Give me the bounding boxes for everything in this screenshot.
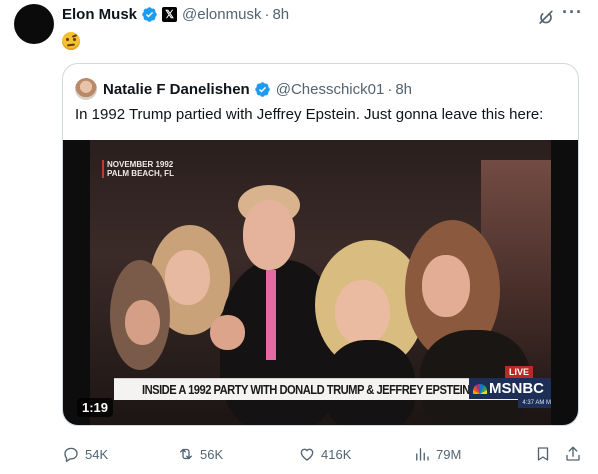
live-badge: LIVE — [505, 366, 534, 378]
quoted-tweet-time[interactable]: 8h — [395, 81, 412, 98]
raised-eyebrow-emoji — [62, 32, 80, 50]
analytics-icon — [416, 448, 429, 461]
reply-button[interactable]: 54K — [62, 445, 108, 463]
reply-count: 54K — [85, 446, 109, 462]
quoted-tweet-header: Natalie F Danelishen @Chesschick01 · 8h — [75, 78, 412, 100]
chyron-text: INSIDE A 1992 PARTY WITH DONALD TRUMP & … — [142, 382, 470, 397]
tweet-header: Elon Musk 𝕏 @elonmusk · 8h — [62, 6, 289, 23]
video-duration: 1:19 — [77, 398, 114, 417]
like-count: 416K — [321, 446, 352, 462]
tweet-time[interactable]: 8h — [272, 6, 289, 23]
date-line-2: PALM BEACH, FL — [107, 169, 174, 178]
view-count: 79M — [436, 446, 462, 462]
quoted-author-handle[interactable]: @Chesschick01 — [276, 81, 385, 98]
share-button[interactable] — [564, 445, 582, 466]
like-button[interactable]: 416K — [298, 445, 351, 463]
quoted-author-name[interactable]: Natalie F Danelishen — [103, 81, 250, 98]
separator-dot: · — [387, 80, 393, 98]
bookmark-button[interactable] — [534, 445, 552, 466]
repost-button[interactable]: 56K — [177, 445, 223, 463]
peacock-icon — [473, 383, 487, 394]
date-line-1: NOVEMBER 1992 — [107, 160, 174, 169]
quoted-tweet-card[interactable]: Natalie F Danelishen @Chesschick01 · 8h … — [62, 63, 579, 426]
video-frame: NOVEMBER 1992 PALM BEACH, FL INSIDE A 19… — [90, 140, 551, 425]
network-logo: MSNBC — [469, 378, 551, 399]
quoted-author-avatar[interactable] — [75, 78, 97, 100]
author-name[interactable]: Elon Musk — [62, 6, 137, 23]
author-handle[interactable]: @elonmusk — [182, 6, 261, 23]
share-icon — [566, 446, 580, 461]
bookmark-icon — [537, 447, 549, 461]
network-clock: 4:37 AM MT — [518, 399, 551, 408]
video-date-caption: NOVEMBER 1992 PALM BEACH, FL — [102, 160, 174, 178]
x-logo-icon: 𝕏 — [162, 7, 178, 22]
repost-icon — [180, 448, 192, 460]
verified-badge-icon — [254, 81, 270, 97]
separator-dot: · — [264, 6, 270, 23]
author-avatar[interactable] — [14, 4, 54, 44]
heart-icon — [300, 448, 314, 461]
video-player[interactable]: NOVEMBER 1992 PALM BEACH, FL INSIDE A 19… — [63, 140, 578, 425]
grok-icon[interactable] — [536, 8, 556, 28]
network-name: MSNBC — [489, 380, 544, 397]
repost-count: 56K — [200, 446, 224, 462]
more-options-icon[interactable]: ··· — [562, 2, 583, 23]
reply-icon — [64, 447, 78, 463]
quoted-tweet-text: In 1992 Trump partied with Jeffrey Epste… — [75, 106, 544, 123]
news-chyron: INSIDE A 1992 PARTY WITH DONALD TRUMP & … — [114, 378, 518, 400]
verified-badge-icon — [142, 7, 157, 22]
views-button[interactable]: 79M — [413, 445, 461, 463]
